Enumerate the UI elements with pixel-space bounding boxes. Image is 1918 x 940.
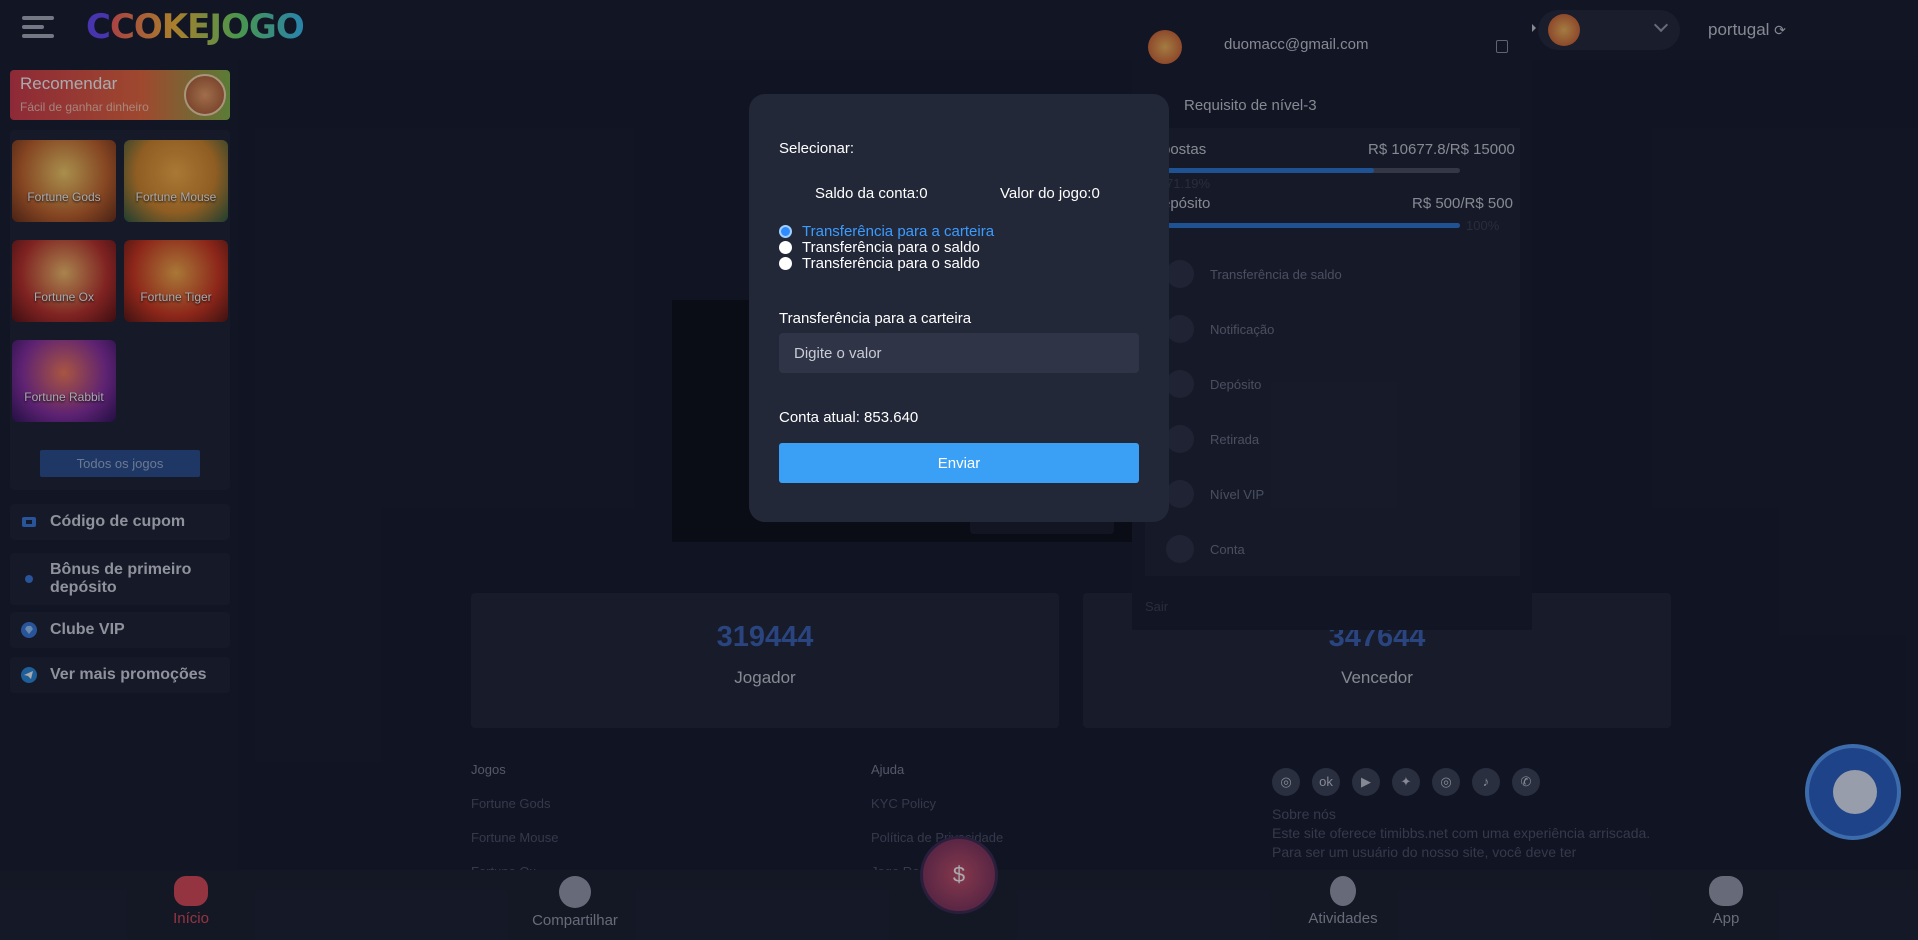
option-transfer-to-balance-2[interactable]: Transferência para o saldo [779, 255, 980, 272]
radio-selected[interactable] [779, 225, 792, 238]
radio[interactable] [779, 241, 792, 254]
option-transfer-to-balance[interactable]: Transferência para o saldo [779, 239, 980, 256]
select-label: Selecionar: [779, 140, 855, 157]
amount-input[interactable] [779, 333, 1139, 373]
transfer-label: Transferência para a carteira [779, 310, 972, 327]
current-account: Conta atual: 853.640 [779, 409, 919, 426]
game-value: Valor do jogo:0 [1000, 185, 1100, 202]
radio[interactable] [779, 257, 792, 270]
option-transfer-to-wallet[interactable]: Transferência para a carteira [779, 223, 994, 240]
account-balance: Saldo da conta:0 [815, 185, 928, 202]
submit-button[interactable]: Enviar [779, 443, 1139, 483]
